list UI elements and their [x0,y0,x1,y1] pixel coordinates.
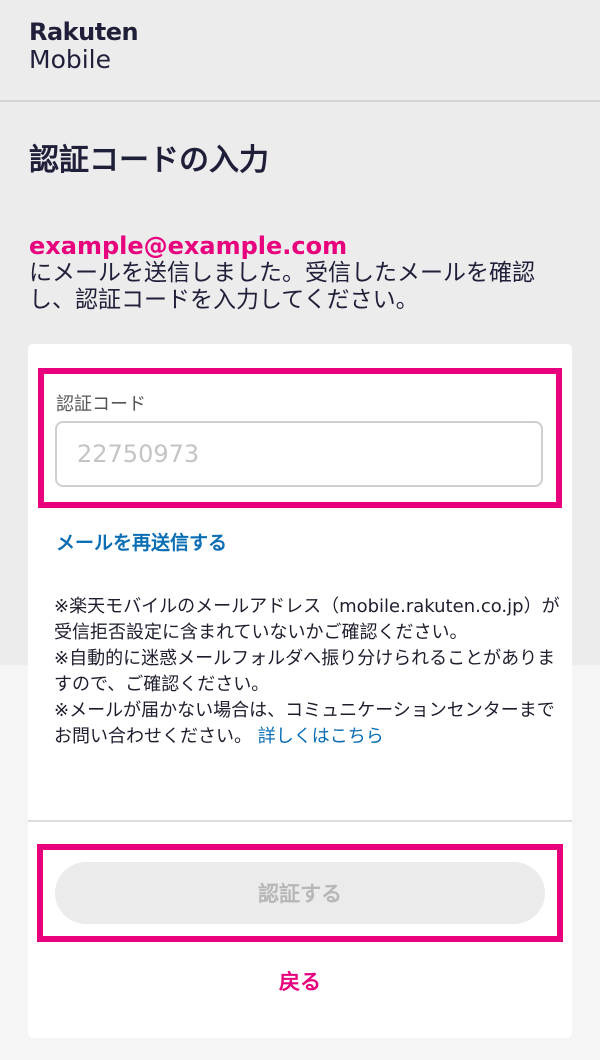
rakuten-mobile-logo[interactable]: Rakuten Mobile [29,18,139,74]
note-contact-center: ※メールが届かない場合は、コミュニケーションセンターまでお問い合わせください。 … [54,698,564,750]
note-receive-filter: ※楽天モバイルのメールアドレス（mobile.rakuten.co.jp）が受信… [54,596,560,643]
details-link[interactable]: 詳しくはこちら [258,726,384,747]
verification-code-input[interactable] [55,421,543,487]
back-link[interactable]: 戻る [28,966,572,996]
page-title: 認証コードの入力 [29,143,269,178]
email-address: example@example.com [29,232,348,260]
authenticate-button[interactable]: 認証する [55,862,545,924]
divider [28,820,572,822]
logo-line1: Rakuten [29,18,139,46]
resend-email-link[interactable]: メールを再送信する [56,528,227,555]
note-spam-folder: ※自動的に迷惑メールフォルダへ振り分けられることがありますので、ご確認ください。 [54,648,556,695]
notes: ※楽天モバイルのメールアドレス（mobile.rakuten.co.jp）が受信… [54,594,564,750]
instruction-text: にメールを送信しました。受信したメールを確認し、認証コードを入力してください。 [29,260,535,313]
code-label: 認証コード [56,394,146,415]
verification-card: 認証コード メールを再送信する ※楽天モバイルのメールアドレス（mobile.r… [28,344,572,1038]
header: Rakuten Mobile [0,0,600,102]
logo-line2: Mobile [29,45,112,74]
